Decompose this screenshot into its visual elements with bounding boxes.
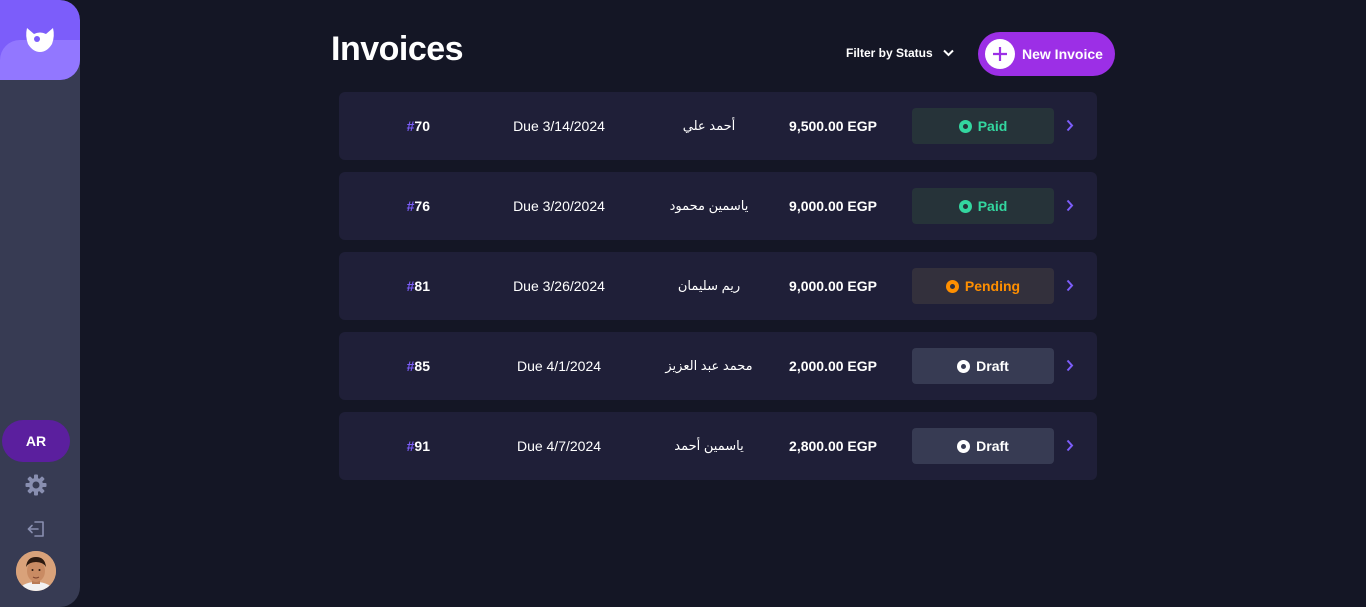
new-invoice-button[interactable]: New Invoice <box>978 32 1115 76</box>
invoice-id: #91 <box>406 438 430 454</box>
invoice-client-name: أحمد علي <box>682 118 736 133</box>
user-avatar[interactable] <box>16 551 56 591</box>
invoice-row[interactable]: #85 Due 4/1/2024 محمد عبد العزيز 2,000.0… <box>339 332 1097 400</box>
invoice-id: #76 <box>406 198 430 214</box>
status-dot-icon <box>945 279 959 293</box>
invoice-row[interactable]: #76 Due 3/20/2024 ياسمين محمود 9,000.00 … <box>339 172 1097 240</box>
language-toggle-label: AR <box>25 433 47 449</box>
status-dot-icon <box>957 439 971 453</box>
status-dot-icon <box>957 359 971 373</box>
logout-icon[interactable] <box>27 519 47 544</box>
invoice-list: #70 Due 3/14/2024 أحمد علي 9,500.00 EGP … <box>339 92 1097 492</box>
language-toggle-button[interactable]: AR <box>2 420 70 462</box>
invoice-row[interactable]: #81 Due 3/26/2024 ريم سليمان 9,000.00 EG… <box>339 252 1097 320</box>
chevron-right-icon <box>1066 439 1074 452</box>
status-badge: Paid <box>912 188 1054 224</box>
invoice-due-date: Due 4/7/2024 <box>516 438 602 454</box>
invoice-id: #70 <box>406 118 430 134</box>
status-dot-icon <box>958 119 972 133</box>
page-title: Invoices <box>331 30 464 68</box>
status-badge: Pending <box>912 268 1054 304</box>
invoice-id: #85 <box>406 358 430 374</box>
invoice-due-date: Due 4/1/2024 <box>516 358 602 374</box>
chevron-right-icon <box>1066 279 1074 292</box>
invoice-due-date: Due 3/14/2024 <box>513 118 605 134</box>
status-dot-icon <box>958 199 972 213</box>
filter-label: Filter by Status <box>846 46 933 60</box>
status-badge: Draft <box>912 348 1054 384</box>
invoice-due-date: Due 3/26/2024 <box>513 278 605 294</box>
chevron-right-icon <box>1066 359 1074 372</box>
plus-icon <box>985 39 1015 69</box>
chevron-down-icon <box>942 49 954 57</box>
app-logo-icon <box>26 28 54 52</box>
invoice-due-date: Due 3/20/2024 <box>513 198 605 214</box>
invoice-amount: 2,800.00 EGP <box>789 438 877 454</box>
invoice-id: #81 <box>406 278 430 294</box>
app-logo[interactable] <box>0 0 80 80</box>
invoice-amount: 9,000.00 EGP <box>789 278 877 294</box>
invoice-client-name: ياسمين أحمد <box>674 438 744 453</box>
invoice-row[interactable]: #70 Due 3/14/2024 أحمد علي 9,500.00 EGP … <box>339 92 1097 160</box>
gear-icon[interactable] <box>25 474 47 501</box>
status-badge: Paid <box>912 108 1054 144</box>
invoice-client-name: محمد عبد العزيز <box>665 358 753 373</box>
invoice-client-name: ياسمين محمود <box>669 198 749 213</box>
invoice-client-name: ريم سليمان <box>677 278 741 293</box>
sidebar: AR <box>0 0 80 607</box>
invoice-amount: 9,500.00 EGP <box>789 118 877 134</box>
chevron-right-icon <box>1066 119 1074 132</box>
invoice-amount: 9,000.00 EGP <box>789 198 877 214</box>
status-badge: Draft <box>912 428 1054 464</box>
invoice-row[interactable]: #91 Due 4/7/2024 ياسمين أحمد 2,800.00 EG… <box>339 412 1097 480</box>
chevron-right-icon <box>1066 199 1074 212</box>
filter-by-status-dropdown[interactable]: Filter by Status <box>846 46 954 60</box>
invoice-amount: 2,000.00 EGP <box>789 358 877 374</box>
new-invoice-label: New Invoice <box>1022 46 1103 62</box>
